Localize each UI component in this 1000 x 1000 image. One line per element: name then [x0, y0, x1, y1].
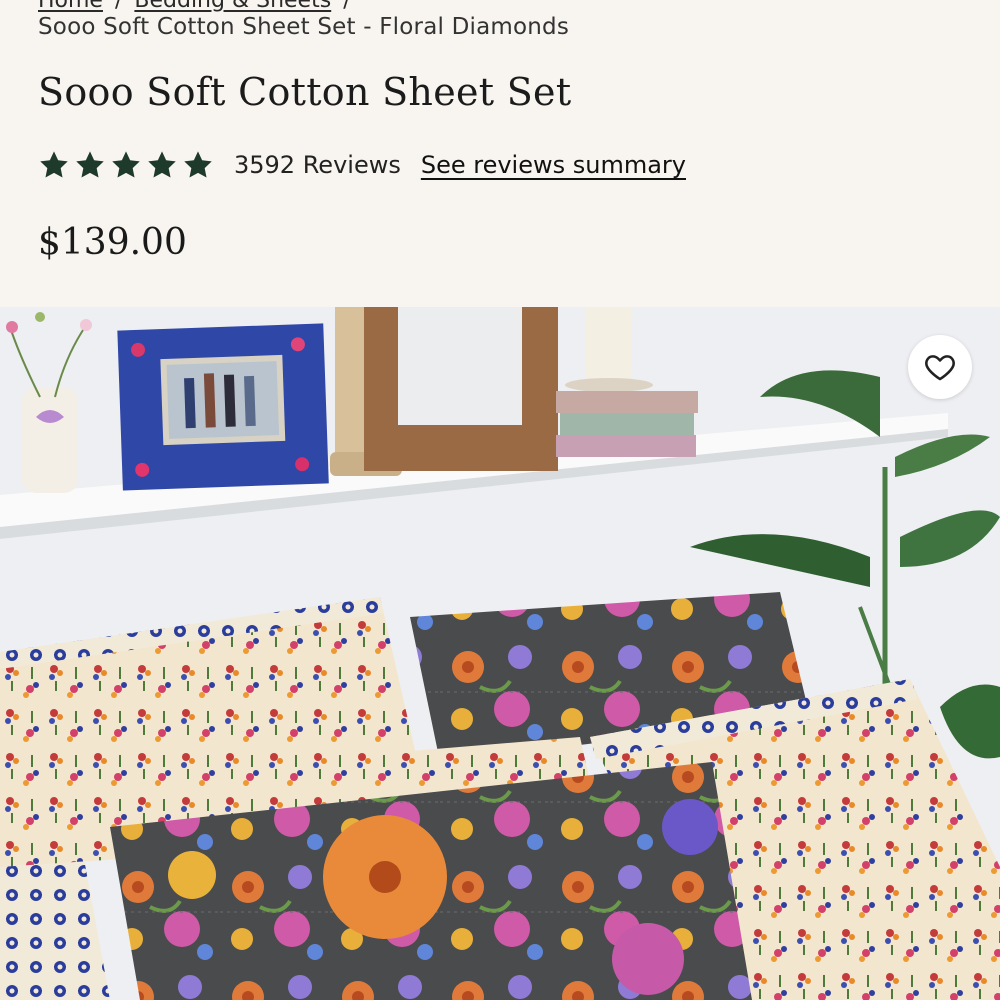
star-icon — [112, 151, 140, 178]
star-rating[interactable] — [38, 149, 214, 181]
star-icon — [40, 151, 68, 178]
product-title: Sooo Soft Cotton Sheet Set — [38, 70, 572, 114]
heart-icon — [925, 355, 955, 381]
see-reviews-summary-link[interactable]: See reviews summary — [421, 151, 686, 179]
star-icon — [76, 151, 104, 178]
rating-row: 3592 Reviews See reviews summary — [38, 145, 686, 185]
product-image[interactable] — [0, 307, 1000, 1000]
star-icon — [184, 151, 212, 178]
breadcrumb-separator: / — [343, 0, 351, 13]
breadcrumb-home-link[interactable]: Home — [38, 0, 103, 13]
reviews-count: 3592 Reviews — [234, 151, 401, 179]
breadcrumb-separator: / — [114, 0, 123, 13]
star-icon — [148, 151, 176, 178]
breadcrumb-current: Sooo Soft Cotton Sheet Set - Floral Diam… — [38, 14, 570, 40]
breadcrumb-bedding-link[interactable]: Bedding & Sheets — [134, 0, 331, 13]
bedroom-scene-illustration — [0, 307, 1000, 1000]
product-price: $139.00 — [38, 222, 187, 263]
favorite-button[interactable] — [908, 335, 972, 399]
